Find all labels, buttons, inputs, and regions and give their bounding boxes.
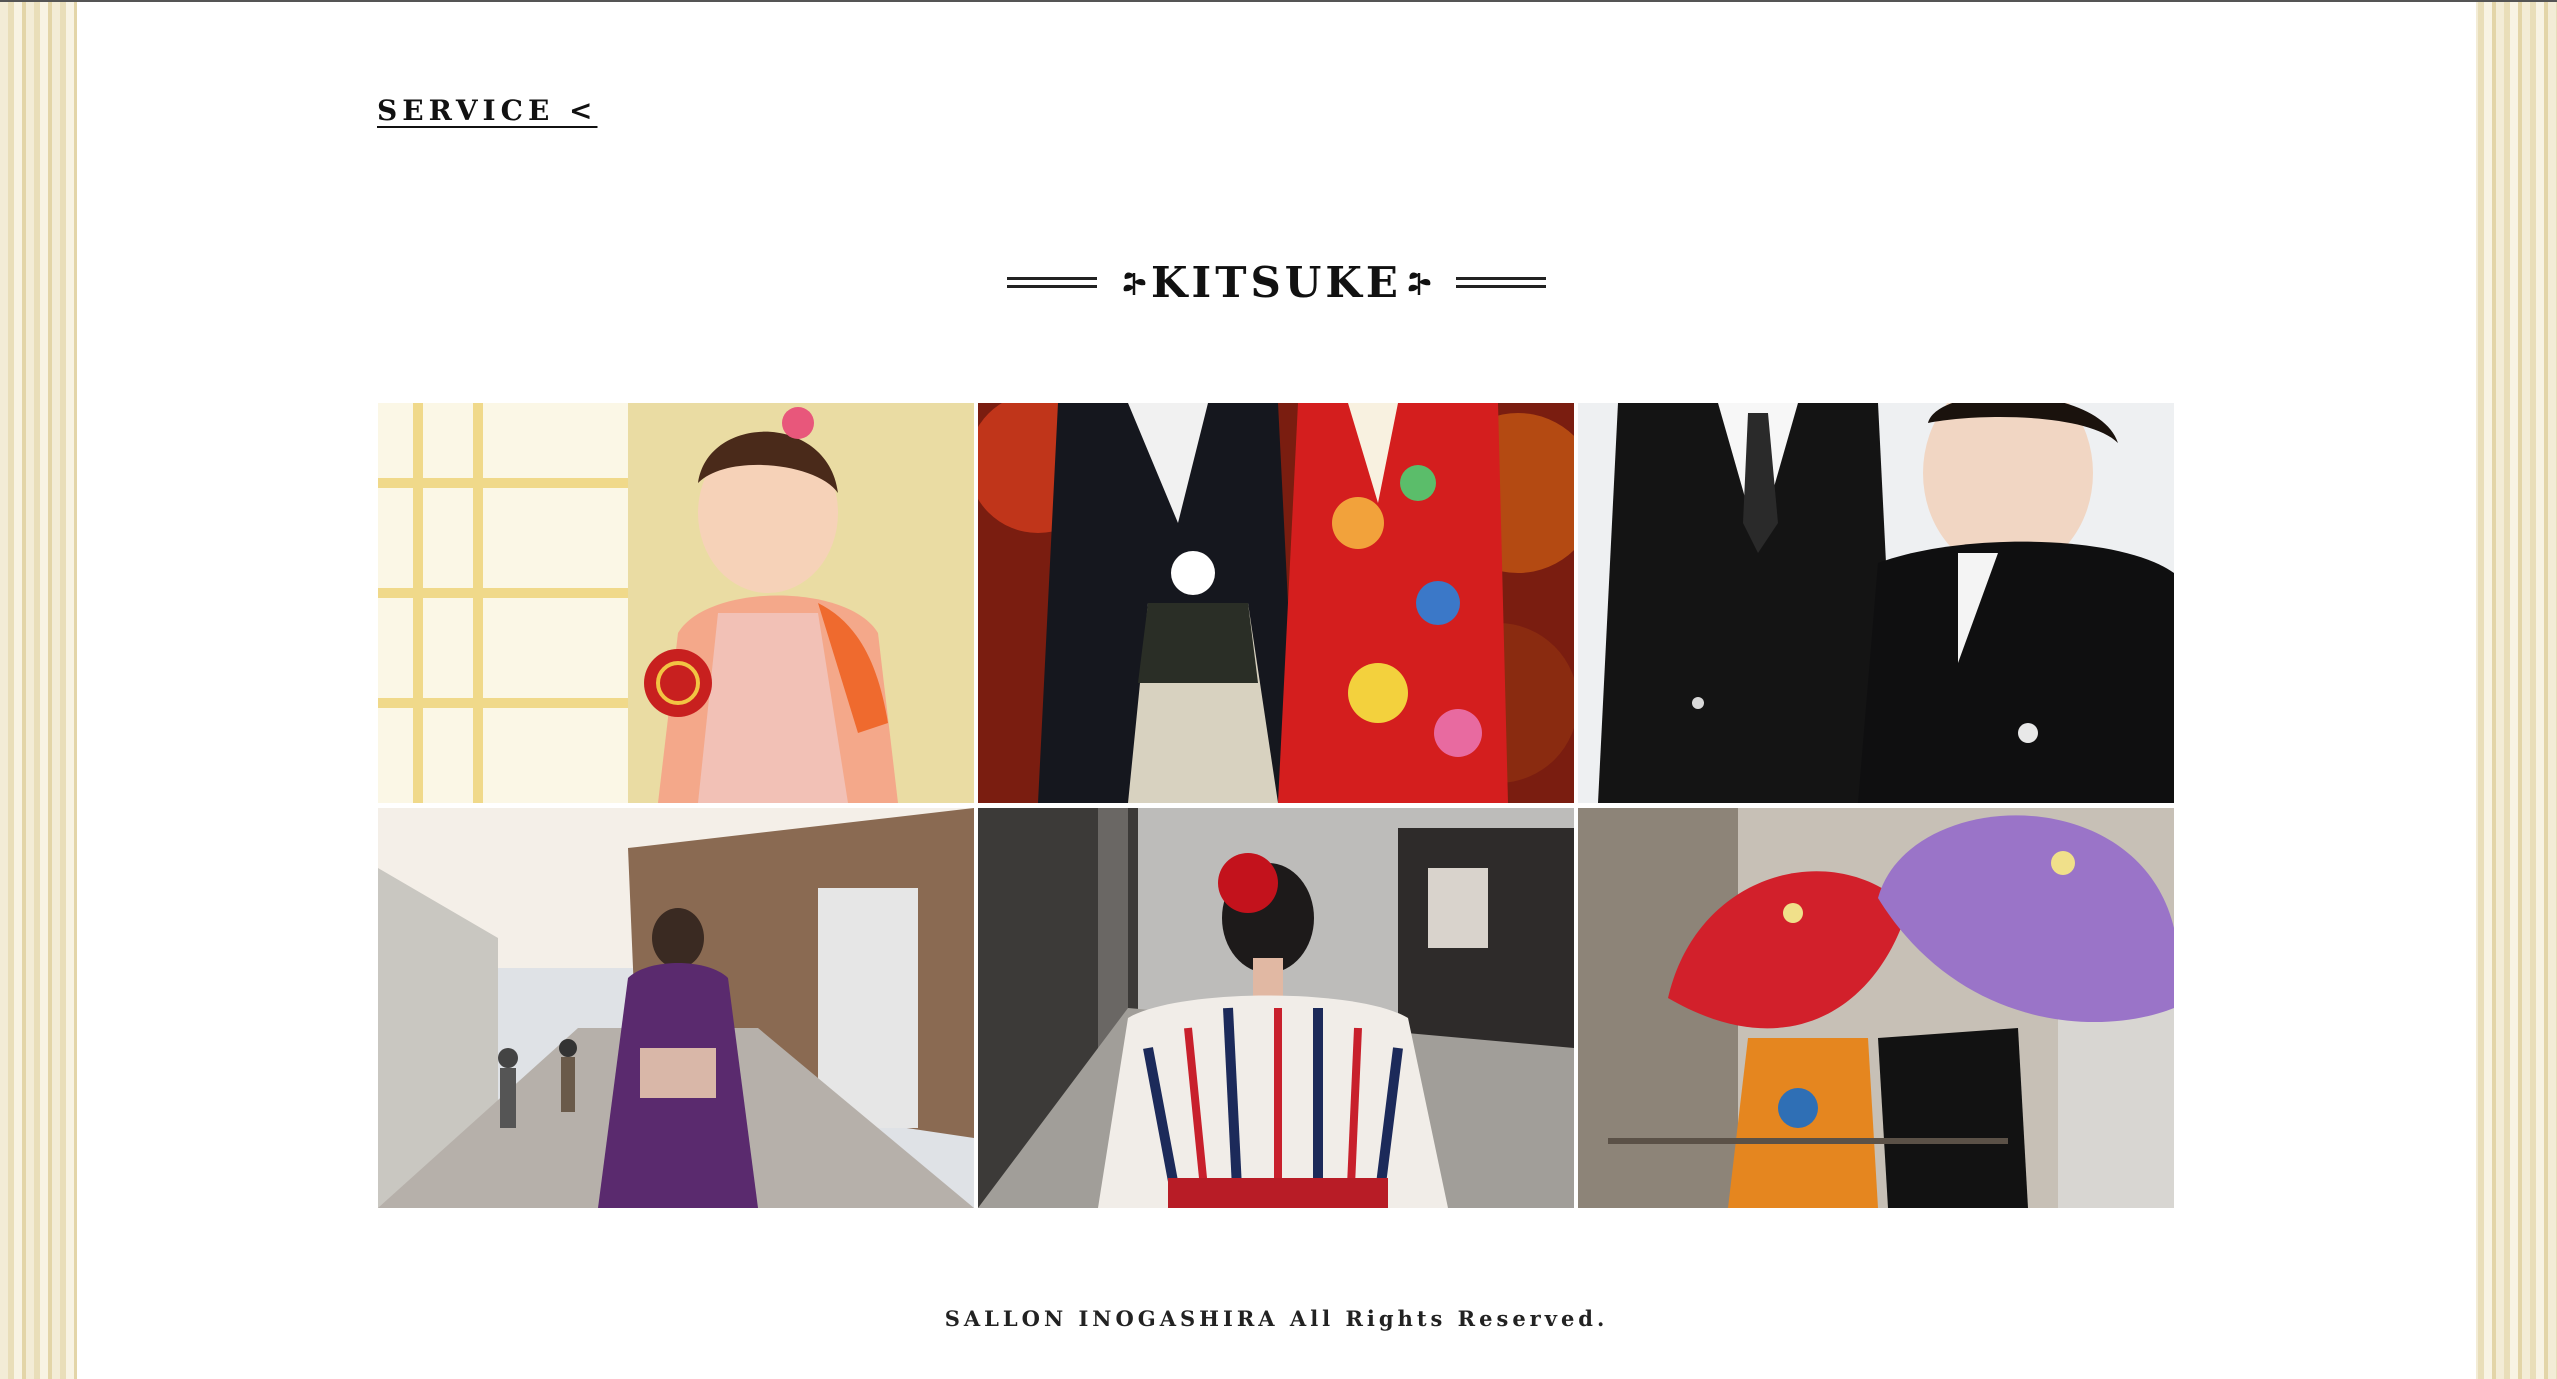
leaf-ornament-icon [1408, 272, 1431, 295]
section-title: KITSUKE [1151, 257, 1402, 307]
kitsuke-photo-gallery [378, 403, 2175, 1209]
service-back-link[interactable]: SERVICE < [377, 94, 598, 127]
gallery-photo-striped-yukata[interactable] [978, 808, 1574, 1208]
main-panel: SERVICE < KITSUKE SALLON INOGASHIRA All … [77, 2, 2476, 1379]
gallery-photo-wedding-couple[interactable] [978, 403, 1574, 803]
gallery-photo-purple-kimono-street[interactable] [378, 808, 974, 1208]
heading-right-rule [1455, 276, 1546, 288]
gallery-photo-girl-kimono[interactable] [378, 403, 974, 803]
heading-left-rule [1007, 276, 1098, 288]
gallery-photo-wagasa-umbrellas[interactable] [1578, 808, 2174, 1208]
section-heading: KITSUKE [77, 252, 2476, 312]
gallery-photo-black-formal[interactable] [1578, 403, 2174, 803]
leaf-ornament-icon [1123, 272, 1146, 295]
footer-copyright: SALLON INOGASHIRA All Rights Reserved. [944, 1306, 1609, 1331]
section-title-wrap: KITSUKE [1117, 258, 1436, 307]
